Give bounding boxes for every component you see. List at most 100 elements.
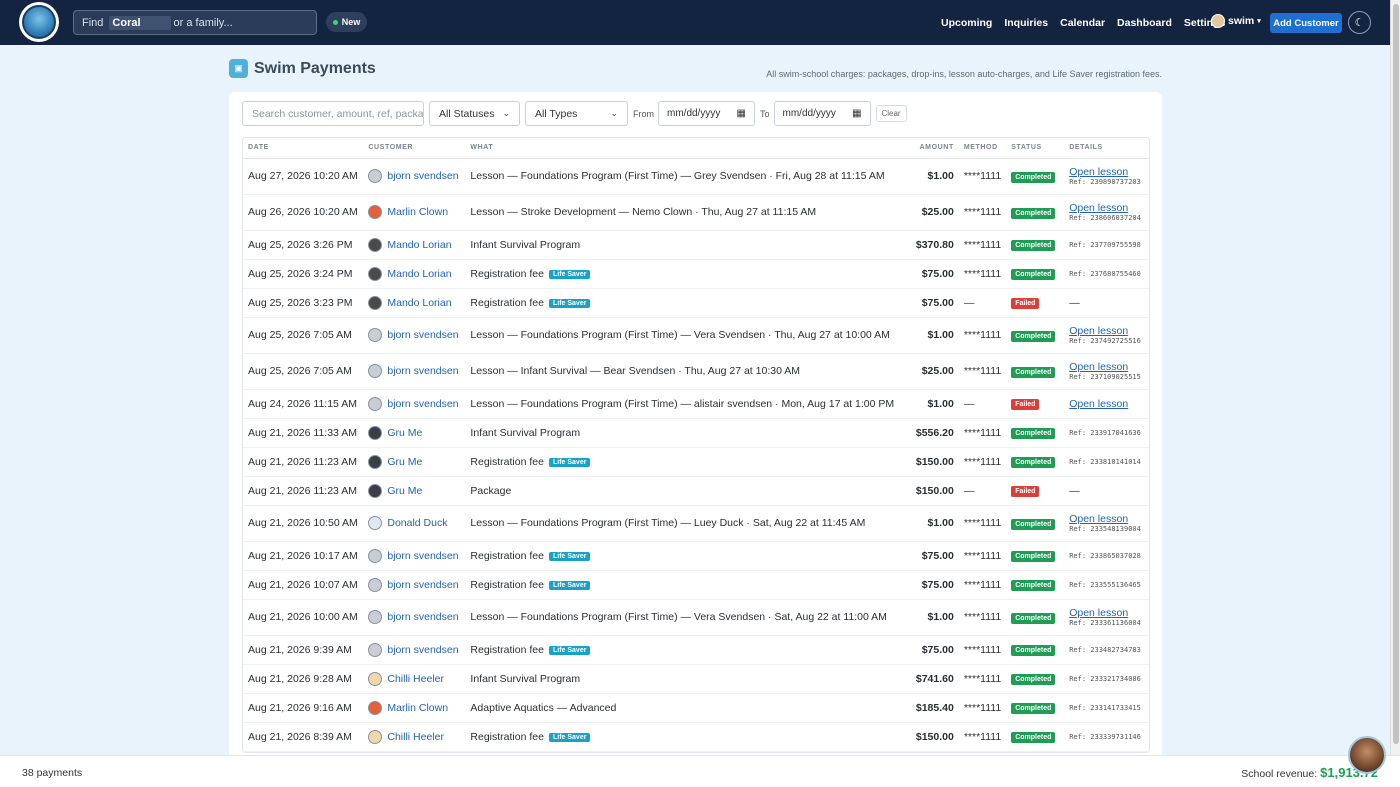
customer-link[interactable]: Marlin Clown <box>387 206 448 218</box>
payment-method: ****1111 <box>958 541 1007 571</box>
from-date-input[interactable]: mm/dd/yyyy ▦ <box>658 101 755 126</box>
payment-status-cell: Completed <box>1006 447 1065 477</box>
new-button[interactable]: New <box>326 12 367 32</box>
table-row[interactable]: Aug 21, 2026 11:23 AM Gru Me Registration … <box>243 447 1149 477</box>
open-lesson-link[interactable]: Open lesson <box>1069 513 1144 525</box>
customer-link[interactable]: Marlin Clown <box>387 702 448 714</box>
table-row[interactable]: Aug 25, 2026 7:05 AM bjorn svendsen Lesson… <box>243 317 1149 354</box>
table-row[interactable]: Aug 24, 2026 11:15 AM bjorn svendsen Lesso… <box>243 389 1149 419</box>
payment-what: Lesson — Foundations Program (First Time… <box>470 170 885 182</box>
user-menu[interactable]: swim ▾ <box>1211 14 1261 28</box>
payment-date: Aug 25, 2026 7:05 AM <box>243 317 364 354</box>
life-saver-badge: Life Saver <box>548 732 591 742</box>
table-row[interactable]: Aug 25, 2026 7:05 AM bjorn svendsen Lesson… <box>243 353 1149 390</box>
revenue-label: School revenue: <box>1241 768 1318 780</box>
customer-link[interactable]: bjorn svendsen <box>387 579 458 591</box>
open-lesson-link[interactable]: Open lesson <box>1069 398 1144 410</box>
customer-link[interactable]: bjorn svendsen <box>387 398 458 410</box>
table-row[interactable]: Aug 21, 2026 9:16 AM Marlin Clown Adaptive… <box>243 693 1149 723</box>
nav-dashboard[interactable]: Dashboard <box>1117 17 1172 29</box>
status-badge: Completed <box>1011 330 1056 342</box>
payment-amount: $1.00 <box>899 505 959 542</box>
table-row[interactable]: Aug 25, 2026 3:23 PM Mando Lorian Registra… <box>243 288 1149 318</box>
caret-down-icon: ▾ <box>1257 18 1261 25</box>
payment-customer: bjorn svendsen <box>363 599 466 636</box>
open-lesson-link[interactable]: Open lesson <box>1069 202 1144 214</box>
payment-amount: $75.00 <box>899 570 959 600</box>
payments-icon: ▣ <box>229 59 248 78</box>
payment-ref: Ref: 238606037204 <box>1069 214 1141 222</box>
table-row[interactable]: Aug 21, 2026 11:23 AM Gru Me Package $150.0… <box>243 476 1149 506</box>
status-select[interactable]: All Statuses ⌄ <box>429 101 520 126</box>
life-saver-badge: Life Saver <box>548 269 591 279</box>
payment-details: — <box>1064 476 1149 506</box>
nav-upcoming[interactable]: Upcoming <box>941 17 992 29</box>
status-badge: Completed <box>1011 269 1056 280</box>
payment-date: Aug 21, 2026 9:39 AM <box>243 635 364 665</box>
table-row[interactable]: Aug 26, 2026 10:20 AM Marlin Clown Lesson … <box>243 194 1149 231</box>
customer-link[interactable]: Chilli Heeler <box>387 731 444 743</box>
clear-button[interactable]: Clear <box>875 105 907 122</box>
customer-link[interactable]: bjorn svendsen <box>387 644 458 656</box>
nav-inquiries[interactable]: Inquiries <box>1004 17 1048 29</box>
customer-link[interactable]: Chilli Heeler <box>387 673 444 685</box>
table-row[interactable]: Aug 21, 2026 10:50 AM Donald Duck Lesson —… <box>243 505 1149 542</box>
to-date-placeholder: mm/dd/yyyy <box>782 108 836 119</box>
open-lesson-link[interactable]: Open lesson <box>1069 166 1144 178</box>
add-customer-button[interactable]: Add Customer <box>1270 13 1342 33</box>
payment-date: Aug 26, 2026 10:20 AM <box>243 194 364 231</box>
status-badge: Completed <box>1011 518 1056 530</box>
customer-link[interactable]: bjorn svendsen <box>387 550 458 562</box>
payment-date: Aug 21, 2026 8:39 AM <box>243 722 364 752</box>
payment-status-cell: Completed <box>1006 353 1065 390</box>
table-row[interactable]: Aug 21, 2026 11:33 AM Gru Me Infant Surviv… <box>243 418 1149 448</box>
payment-what: Lesson — Foundations Program (First Time… <box>470 517 866 529</box>
customer-link[interactable]: bjorn svendsen <box>387 611 458 623</box>
nav-calendar[interactable]: Calendar <box>1060 17 1105 29</box>
moon-icon[interactable]: ☾ <box>1348 11 1371 34</box>
to-date-input[interactable]: mm/dd/yyyy ▦ <box>773 101 871 126</box>
payment-search-input[interactable]: Search customer, amount, ref, package... <box>242 101 424 126</box>
payment-ref: Ref: 237492725516 <box>1069 337 1141 345</box>
table-row[interactable]: Aug 21, 2026 10:07 AM bjorn svendsen Regis… <box>243 570 1149 600</box>
open-lesson-link[interactable]: Open lesson <box>1069 361 1144 373</box>
customer-link[interactable]: Mando Lorian <box>387 297 451 309</box>
col-what: What <box>465 138 900 159</box>
assistant-avatar[interactable] <box>1348 736 1386 774</box>
school-logo[interactable] <box>19 2 59 42</box>
payment-what: Lesson — Foundations Program (First Time… <box>470 611 887 623</box>
customer-avatar <box>368 577 383 592</box>
table-row[interactable]: Aug 27, 2026 10:20 AM bjorn svendsen Lesso… <box>243 158 1149 195</box>
scrollbar-thumb[interactable] <box>1393 4 1399 744</box>
payment-status-cell: Completed <box>1006 230 1065 260</box>
open-lesson-link[interactable]: Open lesson <box>1069 607 1144 619</box>
table-row[interactable]: Aug 25, 2026 3:26 PM Mando Lorian Infant S… <box>243 230 1149 260</box>
customer-link[interactable]: Gru Me <box>387 427 422 439</box>
customer-link[interactable]: bjorn svendsen <box>387 170 458 182</box>
customer-link[interactable]: Gru Me <box>387 485 422 497</box>
payment-what-cell: Lesson — Infant Survival — Bear Svendsen… <box>465 353 900 390</box>
table-row[interactable]: Aug 21, 2026 8:39 AM Chilli Heeler Registr… <box>243 722 1149 752</box>
customer-link[interactable]: Gru Me <box>387 456 422 468</box>
col-method: Method <box>958 138 1007 159</box>
page-scrollbar[interactable] <box>1390 0 1400 755</box>
payment-status-cell: Completed <box>1006 194 1065 231</box>
customer-link[interactable]: bjorn svendsen <box>387 329 458 341</box>
table-row[interactable]: Aug 21, 2026 10:00 AM bjorn svendsen Lesso… <box>243 599 1149 636</box>
table-row[interactable]: Aug 21, 2026 9:39 AM bjorn svendsen Regist… <box>243 635 1149 665</box>
table-row[interactable]: Aug 25, 2026 3:24 PM Mando Lorian Registra… <box>243 259 1149 289</box>
table-row[interactable]: Aug 21, 2026 9:28 AM Chilli Heeler Infant … <box>243 664 1149 694</box>
customer-link[interactable]: bjorn svendsen <box>387 365 458 377</box>
customer-link[interactable]: Donald Duck <box>387 517 447 529</box>
payment-what-cell: Package <box>465 476 900 506</box>
customer-avatar <box>368 548 383 563</box>
payment-status-cell: Completed <box>1006 722 1065 752</box>
customer-link[interactable]: Mando Lorian <box>387 239 451 251</box>
type-select[interactable]: All Types ⌄ <box>525 101 628 126</box>
payment-what-cell: Registration fee Life Saver <box>465 259 900 289</box>
payment-details: — <box>1064 288 1149 318</box>
open-lesson-link[interactable]: Open lesson <box>1069 325 1144 337</box>
customer-link[interactable]: Mando Lorian <box>387 268 451 280</box>
table-row[interactable]: Aug 21, 2026 10:17 AM bjorn svendsen Regis… <box>243 541 1149 571</box>
family-search-input[interactable]: Find Coral or a family... <box>73 10 317 35</box>
